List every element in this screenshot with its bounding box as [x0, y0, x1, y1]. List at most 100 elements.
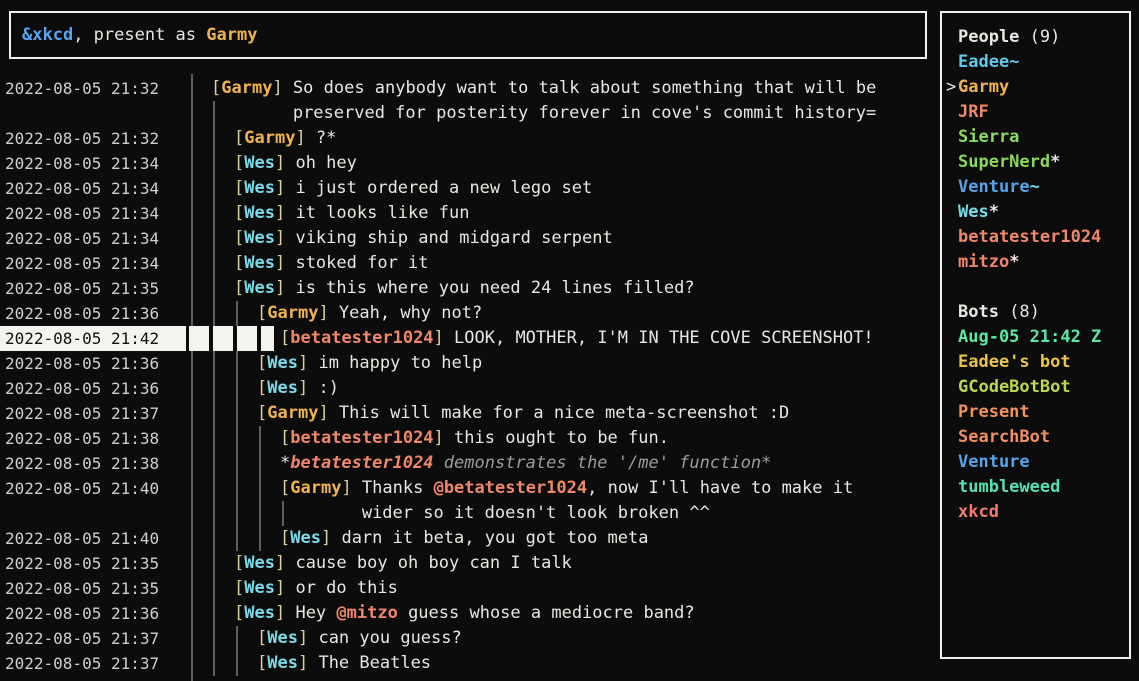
user-list-panel: People (9)Eadee~>GarmyJRFSierraSuperNerd… [940, 11, 1131, 659]
message-row[interactable]: 2022-08-05 21:34[Wes] viking ship and mi… [0, 226, 940, 251]
message-part: darn it beta, you got too meta [341, 528, 648, 548]
user-list-item[interactable]: Venture~ [942, 175, 1129, 200]
message-part: Thanks [362, 478, 434, 498]
user-list-item[interactable]: Sierra [942, 125, 1129, 150]
message-row[interactable]: 2022-08-05 21:40[Garmy] Thanks @betatest… [0, 476, 940, 501]
message-row[interactable]: 2022-08-05 21:34[Wes] it looks like fun [0, 201, 940, 226]
message-row[interactable]: 2022-08-05 21:35 [Wes] or do this [0, 576, 940, 601]
message-row[interactable]: 2022-08-05 21:37[Garmy] This will make f… [0, 401, 940, 426]
message-row[interactable]: 2022-08-05 21:38 [betatester1024] this ou… [0, 426, 940, 451]
message-nick: Wes [244, 553, 275, 573]
message-part: [ [257, 303, 267, 323]
thread-guide [236, 526, 238, 551]
message-part: ] [298, 378, 318, 398]
user-name: Sierra [958, 127, 1019, 147]
message-part: betatester1024 [290, 453, 433, 473]
message-row[interactable]: 2022-08-05 21:32[Garmy] So does anybody … [0, 76, 940, 101]
message-row[interactable]: 2022-08-05 21:40[Wes] darn it beta, you … [0, 526, 940, 551]
user-status-suffix: * [989, 202, 999, 222]
message-part: [ [211, 78, 221, 98]
thread-guide [213, 476, 215, 501]
message-part: [ [257, 353, 267, 373]
message-row[interactable]: 2022-08-05 21:32[Garmy] ?* [0, 126, 940, 151]
user-list-item[interactable]: betatester1024 [942, 225, 1129, 250]
user-list-item[interactable]: Wes* [942, 200, 1129, 225]
channel-name: &xkcd [22, 25, 73, 45]
bot-list-item[interactable]: Eadee's bot [942, 350, 1129, 375]
message-row[interactable]: 2022-08-05 21:36[Wes] im happy to help [0, 351, 940, 376]
thread-guide [236, 651, 238, 676]
thread-guide [259, 501, 261, 526]
timestamp: 2022-08-05 21:36 [5, 601, 159, 626]
timestamp: 2022-08-05 21:34 [5, 251, 159, 276]
message-continuation-row[interactable]: wider so it doesn't look broken ^^ [0, 501, 940, 526]
message-nick: betatester1024 [290, 428, 433, 448]
message-row[interactable]: 2022-08-05 21:36[Garmy] Yeah, why not? [0, 301, 940, 326]
message-text: [Garmy] Yeah, why not? [257, 301, 482, 326]
message-nick: Wes [244, 178, 275, 198]
message-row[interactable]: 2022-08-05 21:38*betatester1024 demonstr… [0, 451, 940, 476]
timestamp: 2022-08-05 21:40 [5, 526, 159, 551]
message-part: [ [234, 153, 244, 173]
message-row[interactable]: 2022-08-05 21:36[Wes] :) [0, 376, 940, 401]
thread-guide [213, 551, 215, 576]
message-row[interactable]: 2022-08-05 21:36[Wes] Hey @mitzo guess w… [0, 601, 940, 626]
bot-list-item[interactable]: Venture [942, 450, 1129, 475]
message-part: ] [434, 428, 454, 448]
message-continuation-row[interactable]: preserved for posterity forever in cove'… [0, 101, 940, 126]
bot-list-item[interactable]: SearchBot [942, 425, 1129, 450]
timestamp: 2022-08-05 21:35 [5, 576, 159, 601]
thread-guide [213, 626, 215, 651]
thread-guide [213, 426, 215, 451]
message-part: [ [280, 428, 290, 448]
message-row[interactable]: 2022-08-05 21:35[Wes] is this where you … [0, 276, 940, 301]
bot-list-item[interactable]: Aug-05 21:42 Z [942, 325, 1129, 350]
bot-list-item[interactable]: GCodeBotBot [942, 375, 1129, 400]
message-part: ] [275, 578, 295, 598]
bot-list-item[interactable]: xkcd [942, 500, 1129, 525]
message-text: *betatester1024 demonstrates the '/me' f… [280, 451, 771, 476]
message-part: ] [298, 628, 318, 648]
message-text: [Wes] oh hey [234, 151, 357, 176]
message-row[interactable]: 2022-08-05 21:37[Wes] can you guess? [0, 626, 940, 651]
message-row[interactable]: 2022-08-05 21:34[Wes] stoked for it [0, 251, 940, 276]
bot-list-item[interactable]: Present [942, 400, 1129, 425]
message-part: [ [234, 553, 244, 573]
message-part: ] [318, 303, 338, 323]
mention: @betatester1024 [434, 478, 588, 498]
message-nick: Wes [244, 228, 275, 248]
message-row[interactable]: 2022-08-05 21:34[Wes] oh hey [0, 151, 940, 176]
message-nick: Wes [267, 353, 298, 373]
message-row[interactable]: 2022-08-05 21:37[Wes] The Beatles [0, 651, 940, 676]
timestamp: 2022-08-05 21:38 [5, 426, 159, 451]
message-text: [Wes] or do this [234, 576, 398, 601]
message-part: this ought to be fun. [454, 428, 669, 448]
message-part: [ [280, 528, 290, 548]
message-part: [ [234, 128, 244, 148]
timestamp: 2022-08-05 21:35 [5, 551, 159, 576]
user-name: Eadee [958, 52, 1009, 72]
thread-guide [236, 626, 238, 651]
highlight-block [213, 326, 233, 351]
people-header-label: People [958, 27, 1019, 47]
highlight-block [237, 326, 257, 351]
message-part: [ [234, 278, 244, 298]
bot-list-item[interactable]: tumbleweed [942, 475, 1129, 500]
message-part: * [280, 453, 290, 473]
message-row[interactable]: 2022-08-05 21:42[betatester1024] LOOK, M… [0, 326, 940, 351]
thread-guide [213, 276, 215, 301]
user-list-item[interactable]: JRF [942, 100, 1129, 125]
user-list-item[interactable]: Eadee~ [942, 50, 1129, 75]
user-list-item[interactable]: mitzo* [942, 250, 1129, 275]
user-list-item[interactable]: >Garmy [942, 75, 1129, 100]
message-part: ] [275, 553, 295, 573]
message-part: preserved for posterity forever in cove'… [293, 103, 876, 123]
thread-guide [213, 201, 215, 226]
thread-guide [259, 451, 261, 476]
message-row[interactable]: 2022-08-05 21:34[Wes] i just ordered a n… [0, 176, 940, 201]
message-part: So does anybody want to talk about somet… [293, 78, 876, 98]
user-list-item[interactable]: SuperNerd* [942, 150, 1129, 175]
message-row[interactable]: 2022-08-05 21:35[Wes] cause boy oh boy c… [0, 551, 940, 576]
message-part: [ [257, 653, 267, 673]
message-nick: Wes [267, 653, 298, 673]
